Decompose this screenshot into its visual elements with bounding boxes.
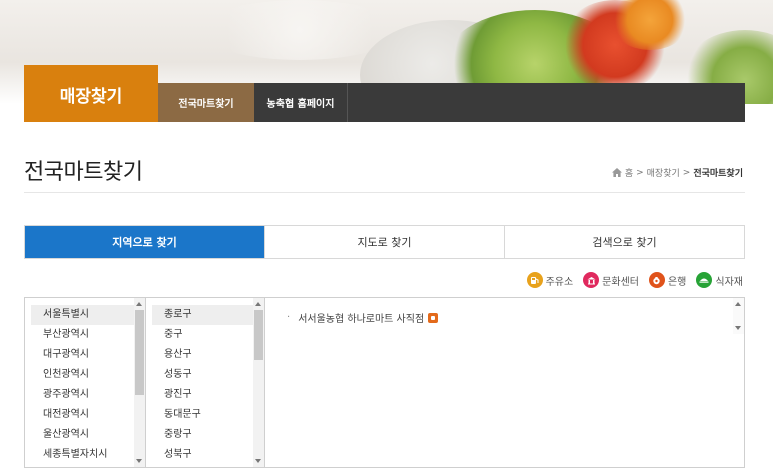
scroll-thumb[interactable] [254, 310, 263, 360]
legend-label: 문화센터 [602, 276, 639, 288]
legend-label: 식자재 [715, 276, 743, 288]
district-list-scrollbar[interactable] [253, 298, 264, 467]
region-item-incheon[interactable]: 인천광역시 [31, 365, 139, 385]
scroll-up-arrow-icon[interactable] [255, 302, 261, 306]
region-list: 서울특별시 부산광역시 대구광역시 인천광역시 광주광역시 대전광역시 울산광역… [25, 298, 145, 465]
nav-tab-nationwide-mart[interactable]: 전국마트찾기 [158, 83, 254, 122]
region-item-sejong[interactable]: 세종특별자치시 [31, 445, 139, 465]
store-result-panel: · 서서울농협 하나로마트 사직점 [265, 297, 745, 468]
breadcrumb-separator: > [636, 167, 644, 178]
region-item-daejeon[interactable]: 대전광역시 [31, 405, 139, 425]
district-item-gwangjin[interactable]: 광진구 [152, 385, 258, 405]
store-list-scrollbar[interactable] [733, 298, 744, 334]
tab-search-by-keyword[interactable]: 검색으로 찾기 [504, 226, 744, 258]
district-item-jungnang[interactable]: 중랑구 [152, 425, 258, 445]
scroll-down-arrow-icon[interactable] [255, 459, 261, 463]
nav-tab-nonghyup-homepage[interactable]: 농축협 홈페이지 [254, 83, 348, 122]
search-method-tabs: 지역으로 찾기 지도로 찾기 검색으로 찾기 [24, 225, 745, 259]
region-item-busan[interactable]: 부산광역시 [31, 325, 139, 345]
district-item-seongdong[interactable]: 성동구 [152, 365, 258, 385]
region-item-seoul[interactable]: 서울특별시 [31, 305, 139, 325]
breadcrumb: 홈 > 매장찾기 > 전국마트찾기 [611, 166, 743, 179]
store-list: · 서서울농협 하나로마트 사직점 [265, 298, 744, 325]
district-item-jongno[interactable]: 종로구 [152, 305, 258, 325]
store-name[interactable]: 서서울농협 하나로마트 사직점 [298, 310, 424, 325]
gas-station-icon [526, 272, 543, 288]
legend-item-culture-center: 문화센터 [583, 272, 639, 288]
region-list-scrollbar[interactable] [134, 298, 145, 467]
scroll-thumb[interactable] [135, 310, 144, 395]
bank-icon [648, 272, 665, 288]
breadcrumb-home[interactable]: 홈 [625, 166, 633, 179]
breadcrumb-separator: > [682, 167, 691, 178]
region-item-ulsan[interactable]: 울산광역시 [31, 425, 139, 445]
title-divider [24, 192, 745, 193]
home-icon[interactable] [611, 168, 622, 177]
breadcrumb-section[interactable]: 매장찾기 [647, 166, 680, 179]
food-ingredients-icon [696, 272, 713, 288]
bullet-icon: · [287, 312, 291, 323]
scroll-down-arrow-icon[interactable] [735, 326, 741, 330]
tab-search-by-region[interactable]: 지역으로 찾기 [25, 226, 264, 258]
scroll-up-arrow-icon[interactable] [735, 302, 741, 306]
nav-section-title: 매장찾기 [24, 65, 158, 122]
store-icon [428, 312, 439, 323]
tab-search-by-map[interactable]: 지도로 찾기 [264, 226, 504, 258]
culture-center-icon [583, 272, 600, 288]
district-item-dongdaemun[interactable]: 동대문구 [152, 405, 258, 425]
legend-label: 주유소 [545, 276, 574, 288]
district-item-seongbuk[interactable]: 성북구 [152, 445, 258, 465]
district-item-yongsan[interactable]: 용산구 [152, 345, 258, 365]
region-item-gwangju[interactable]: 광주광역시 [31, 385, 139, 405]
page-title: 전국마트찾기 [24, 160, 143, 185]
region-item-daegu[interactable]: 대구광역시 [31, 345, 139, 365]
district-list-panel[interactable]: 종로구 중구 용산구 성동구 광진구 동대문구 중랑구 성북구 [146, 297, 265, 468]
store-item[interactable]: · 서서울농협 하나로마트 사직점 [287, 310, 744, 325]
legend-item-gas-station: 주유소 [526, 272, 574, 288]
scroll-up-arrow-icon[interactable] [136, 302, 142, 306]
district-item-jung[interactable]: 중구 [152, 325, 258, 345]
facility-legend: 주유소 문화센터 은행 식자재 [526, 272, 743, 288]
breadcrumb-current: 전국마트찾기 [693, 169, 743, 179]
legend-item-food-ingredients: 식자재 [696, 272, 743, 288]
region-list-panel[interactable]: 서울특별시 부산광역시 대구광역시 인천광역시 광주광역시 대전광역시 울산광역… [24, 297, 146, 468]
legend-label: 은행 [667, 276, 687, 288]
scroll-down-arrow-icon[interactable] [136, 459, 142, 463]
legend-item-bank: 은행 [648, 272, 687, 288]
district-list: 종로구 중구 용산구 성동구 광진구 동대문구 중랑구 성북구 [146, 298, 264, 465]
